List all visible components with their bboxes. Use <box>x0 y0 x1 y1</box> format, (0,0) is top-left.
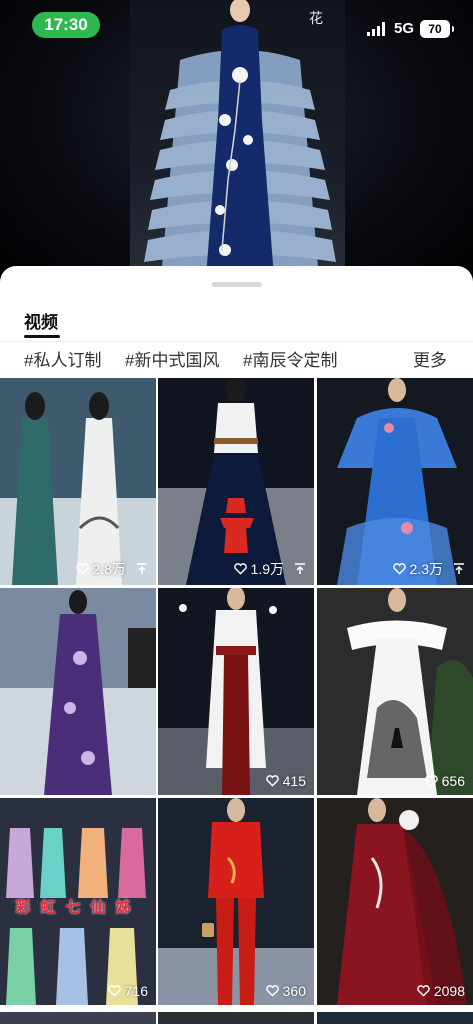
video-stats: 656 <box>424 773 465 789</box>
pin-top-icon <box>137 563 147 574</box>
video-stats: 2.3万 <box>392 559 465 579</box>
heart-outline-icon <box>107 985 121 997</box>
thumbnail-image <box>158 378 314 585</box>
video-thumbnail[interactable]: 2.8万 <box>0 378 156 585</box>
video-stats: 716 <box>107 983 148 999</box>
video-thumbnail[interactable]: 656 <box>317 588 473 795</box>
video-grid: 2.8万 1.9万 2.3万 415 656 彩虹七仙姊 716 360 209… <box>0 378 473 1024</box>
hashtag-chip[interactable]: #新中式国风 <box>125 346 219 371</box>
heart-outline-icon <box>265 985 279 997</box>
like-count: 1.9万 <box>250 561 284 577</box>
like-count: 656 <box>441 773 465 789</box>
like-count: 2098 <box>433 983 465 999</box>
video-thumbnail[interactable]: 2098 <box>317 798 473 1005</box>
heart-outline-icon <box>265 775 279 787</box>
heart-outline-icon <box>75 563 89 575</box>
next-row-peek <box>0 1008 473 1024</box>
like-count: 415 <box>282 773 306 789</box>
more-button[interactable]: 更多 <box>413 346 447 371</box>
thumbnail-image <box>317 378 473 585</box>
tab-active-indicator <box>24 335 60 338</box>
like-count: 360 <box>282 983 306 999</box>
bottom-sheet: 视频 #私人订制 #新中式国风 #南辰令定制 更多 2.8万 1.9万 2.3万… <box>0 266 473 1024</box>
like-count: 2.8万 <box>92 561 126 577</box>
hashtag-chip[interactable]: #南辰令定制 <box>243 346 337 371</box>
video-thumbnail[interactable]: 彩虹七仙姊 716 <box>0 798 156 1005</box>
thumbnail-image <box>0 588 156 795</box>
video-stats: 415 <box>265 773 306 789</box>
thumbnail-image <box>158 798 314 1005</box>
heart-outline-icon <box>392 563 406 575</box>
hashtag-chip[interactable]: #私人订制 <box>24 346 101 371</box>
status-bar: 17:30 5G 70 <box>0 0 473 52</box>
video-overlay-caption: 彩虹七仙姊 <box>15 898 141 916</box>
pin-top-icon <box>295 563 305 574</box>
battery-icon: 70 <box>420 20 454 38</box>
heart-outline-icon <box>233 563 247 575</box>
video-thumbnail[interactable]: 2.3万 <box>317 378 473 585</box>
thumbnail-image <box>317 588 473 795</box>
heart-outline-icon <box>417 985 430 997</box>
video-stats: 1.9万 <box>233 559 306 579</box>
status-time: 17:30 <box>32 12 100 38</box>
heart-outline-icon <box>424 775 438 787</box>
thumbnail-image <box>317 798 473 1005</box>
video-thumbnail[interactable] <box>0 588 156 795</box>
network-type: 5G <box>394 20 415 37</box>
thumbnail-image <box>158 588 314 795</box>
sheet-drag-handle[interactable] <box>212 282 262 287</box>
tab-divider <box>0 341 473 342</box>
pin-top-icon <box>454 563 464 574</box>
video-stats: 2.8万 <box>75 559 148 579</box>
tab-video[interactable]: 视频 <box>24 308 58 333</box>
signal-strength-icon <box>367 22 385 36</box>
video-thumbnail[interactable]: 1.9万 <box>158 378 314 585</box>
video-stats: 360 <box>265 983 306 999</box>
thumbnail-image <box>0 378 156 585</box>
video-stats: 2098 <box>417 983 465 999</box>
like-count: 2.3万 <box>409 561 443 577</box>
video-thumbnail[interactable]: 360 <box>158 798 314 1005</box>
like-count: 716 <box>124 983 148 999</box>
video-thumbnail[interactable]: 415 <box>158 588 314 795</box>
